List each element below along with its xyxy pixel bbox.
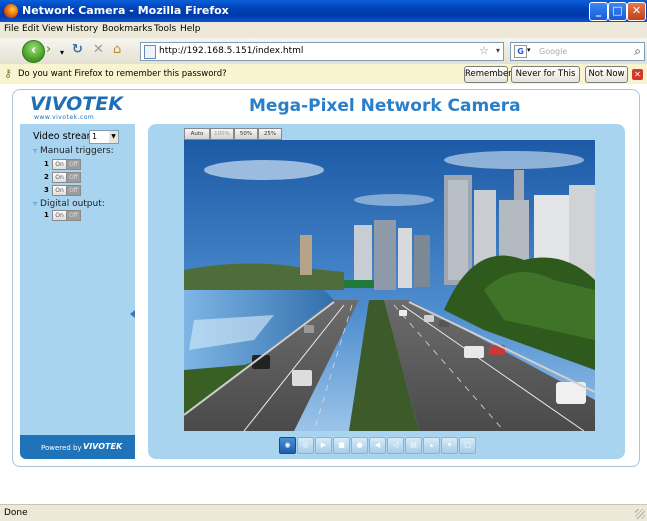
home-icon[interactable]: ⌂ [113,43,121,57]
firefox-icon [4,4,18,18]
logo-url: www.vivotek.com [34,114,95,121]
trigger-on-button[interactable]: On [52,185,67,196]
trigger-off-button[interactable]: Off [66,185,81,196]
camera-video-feed[interactable] [184,140,595,431]
video-stream-value: 1 [92,132,98,141]
history-dropdown-icon[interactable]: ▾ [60,46,64,60]
powered-by-bar: Powered by VIVOTEK [20,435,135,459]
close-button[interactable]: ✕ [627,2,646,21]
menu-file[interactable]: File [4,24,19,34]
view-25-button[interactable]: 25% [258,128,282,140]
play-icon[interactable]: ▶ [315,437,332,454]
powered-by-logo: VIVOTEK [83,442,123,451]
status-text: Done [4,508,28,518]
menu-help[interactable]: Help [180,24,201,34]
left-panel [20,124,135,435]
trigger-off-button[interactable]: Off [66,159,81,170]
trigger-off-button[interactable]: Off [66,172,81,183]
back-button[interactable]: ‹ [22,40,45,63]
chevron-down-icon: ▼ [109,131,118,143]
menu-bar: File Edit View History Bookmarks Tools H… [0,22,647,38]
mute-icon[interactable]: ◁ [387,437,404,454]
page-icon [144,45,156,59]
view-auto-button[interactable]: Auto [184,128,210,140]
view-100-button[interactable]: 100% [210,128,234,140]
view-50-button[interactable]: 50% [234,128,258,140]
menu-edit[interactable]: Edit [22,24,39,34]
minimize-button[interactable]: _ [589,2,608,21]
navigation-toolbar: ‹ › ▾ ↻ ✕ ⌂ http://192.168.5.151/index.h… [0,38,647,65]
trigger-on-button[interactable]: On [52,172,67,183]
trigger-on-button[interactable]: On [52,159,67,170]
manual-triggers-label: Manual triggers: [40,146,114,156]
volume-icon[interactable]: ◀ [369,437,386,454]
stop-icon[interactable]: ■ [333,437,350,454]
expand-icon: ▿ [33,146,38,155]
powered-by-text: Powered by [41,444,82,452]
video-stream-select[interactable]: 1 ▼ [89,130,119,144]
window-titlebar: Network Camera - Mozilla Firefox _ □ ✕ [0,0,647,22]
digital-output-heading[interactable]: ▿ Digital output: [33,199,105,209]
highway-scene-image [184,140,595,431]
notification-close-icon[interactable]: ✕ [632,69,643,80]
forward-button[interactable]: › [46,43,51,57]
google-icon[interactable]: G [514,45,527,58]
key-icon: ⚷ [4,67,13,80]
record-icon[interactable]: ● [351,437,368,454]
logo-text: VIVOTEK [30,93,123,115]
url-bar[interactable]: http://192.168.5.151/index.html ☆ ▾ [140,42,504,61]
trigger-number: 2 [44,173,49,181]
search-placeholder: Google [539,47,568,56]
stop-icon[interactable]: ✕ [93,43,104,57]
menu-view[interactable]: View [42,24,63,34]
password-notification-bar: ⚷ Do you want Firefox to remember this p… [0,64,647,94]
mic-volume-icon[interactable]: ▾ [441,437,458,454]
notification-message: Do you want Firefox to remember this pas… [18,69,227,79]
not-now-button[interactable]: Not Now [585,66,628,83]
snapshot-icon[interactable]: ◉ [279,437,296,454]
page-title: Mega-Pixel Network Camera [249,96,521,116]
maximize-button[interactable]: □ [608,2,627,21]
search-icon[interactable]: ⌕ [634,44,641,59]
never-for-this-site-button[interactable]: Never for This Site [511,66,580,94]
trigger-number: 3 [44,186,49,194]
reload-icon[interactable]: ↻ [72,43,83,57]
search-bar[interactable]: G ▾ Google ⌕ [510,42,645,61]
url-dropdown-icon[interactable]: ▾ [496,46,500,55]
url-text: http://192.168.5.151/index.html [159,46,304,56]
mic-icon[interactable]: ▴ [423,437,440,454]
fullscreen-icon[interactable]: □ [459,437,476,454]
search-engine-dropdown-icon[interactable]: ▾ [527,46,531,54]
collapse-panel-icon[interactable] [130,310,135,318]
output-off-button[interactable]: Off [66,210,81,221]
output-number: 1 [44,211,49,219]
manual-triggers-heading[interactable]: ▿ Manual triggers: [33,146,114,156]
expand-icon: ▿ [33,199,38,208]
bookmark-star-icon[interactable]: ☆ [479,44,489,57]
output-on-button[interactable]: On [52,210,67,221]
menu-bookmarks[interactable]: Bookmarks [102,24,152,34]
menu-tools[interactable]: Tools [154,24,176,34]
window-title: Network Camera - Mozilla Firefox [22,4,229,17]
trigger-number: 1 [44,160,49,168]
talk-icon[interactable]: ▤ [405,437,422,454]
remember-button[interactable]: Remember [464,66,512,83]
status-bar: Done [0,504,647,521]
digital-output-label: Digital output: [40,199,105,209]
menu-history[interactable]: History [66,24,98,34]
digital-zoom-icon[interactable]: ◎ [297,437,314,454]
resize-grip-icon[interactable] [635,509,645,519]
